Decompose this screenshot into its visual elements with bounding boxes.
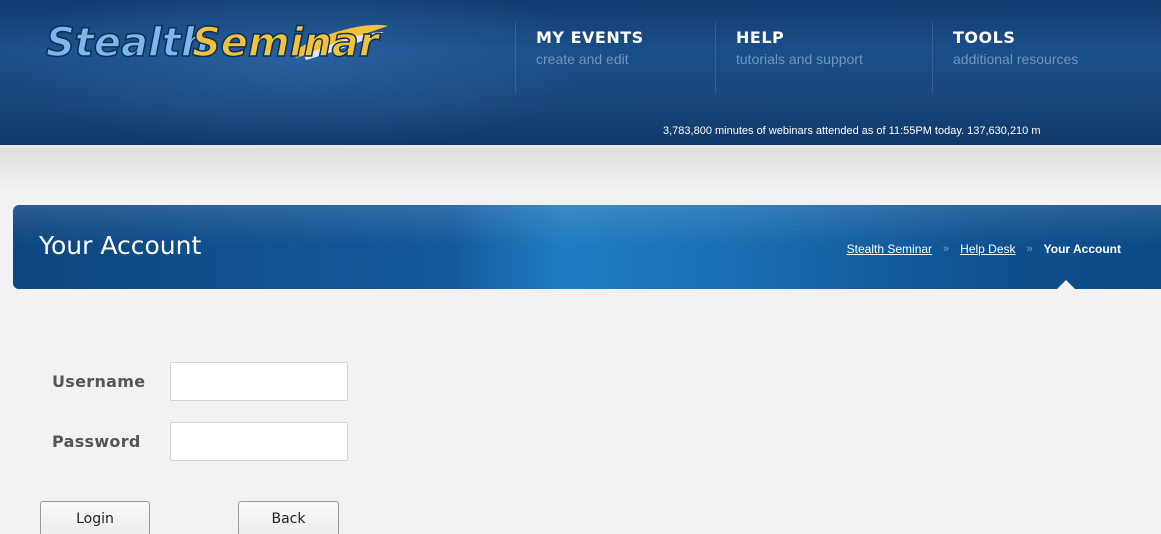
main-nav: MY EVENTS create and edit HELP tutorials… <box>515 22 1161 94</box>
breadcrumb-link-help-desk[interactable]: Help Desk <box>960 242 1015 256</box>
nav-subtitle: create and edit <box>536 51 629 67</box>
password-input[interactable] <box>170 422 348 461</box>
password-row: Password <box>52 422 348 461</box>
nav-subtitle: tutorials and support <box>736 51 863 67</box>
header-shadow-band <box>0 148 1161 190</box>
nav-title: TOOLS <box>953 28 1016 47</box>
breadcrumb: Stealth Seminar » Help Desk » Your Accou… <box>847 242 1121 256</box>
back-button[interactable]: Back <box>238 501 339 534</box>
username-label: Username <box>52 372 146 391</box>
page-banner: Your Account Stealth Seminar » Help Desk… <box>13 205 1161 289</box>
breadcrumb-link-stealth-seminar[interactable]: Stealth Seminar <box>847 242 932 256</box>
nav-my-events[interactable]: MY EVENTS create and edit <box>515 22 715 94</box>
svg-text:Seminar: Seminar <box>192 20 381 66</box>
page-title: Your Account <box>39 231 202 260</box>
nav-tools[interactable]: TOOLS additional resources <box>932 22 1161 94</box>
logo-graphic: Stealth Seminar <box>45 19 388 67</box>
username-input[interactable] <box>170 362 348 401</box>
nav-subtitle: additional resources <box>953 51 1079 67</box>
login-button[interactable]: Login <box>40 501 150 534</box>
password-label: Password <box>52 432 141 451</box>
banner-pointer <box>1057 280 1075 289</box>
breadcrumb-current: Your Account <box>1043 242 1121 256</box>
site-header: Stealth Seminar MY EVENTS create and edi… <box>0 0 1161 148</box>
nav-title: HELP <box>736 28 785 47</box>
stealthseminar-logo[interactable]: Stealth Seminar <box>42 14 392 70</box>
nav-help[interactable]: HELP tutorials and support <box>715 22 932 94</box>
breadcrumb-separator: » <box>943 243 950 255</box>
breadcrumb-separator: » <box>1026 243 1033 255</box>
username-row: Username <box>52 362 348 401</box>
minutes-ticker: 3,783,800 minutes of webinars attended a… <box>663 125 1041 137</box>
nav-title: MY EVENTS <box>536 28 644 47</box>
svg-text:Stealth: Stealth <box>46 20 209 66</box>
